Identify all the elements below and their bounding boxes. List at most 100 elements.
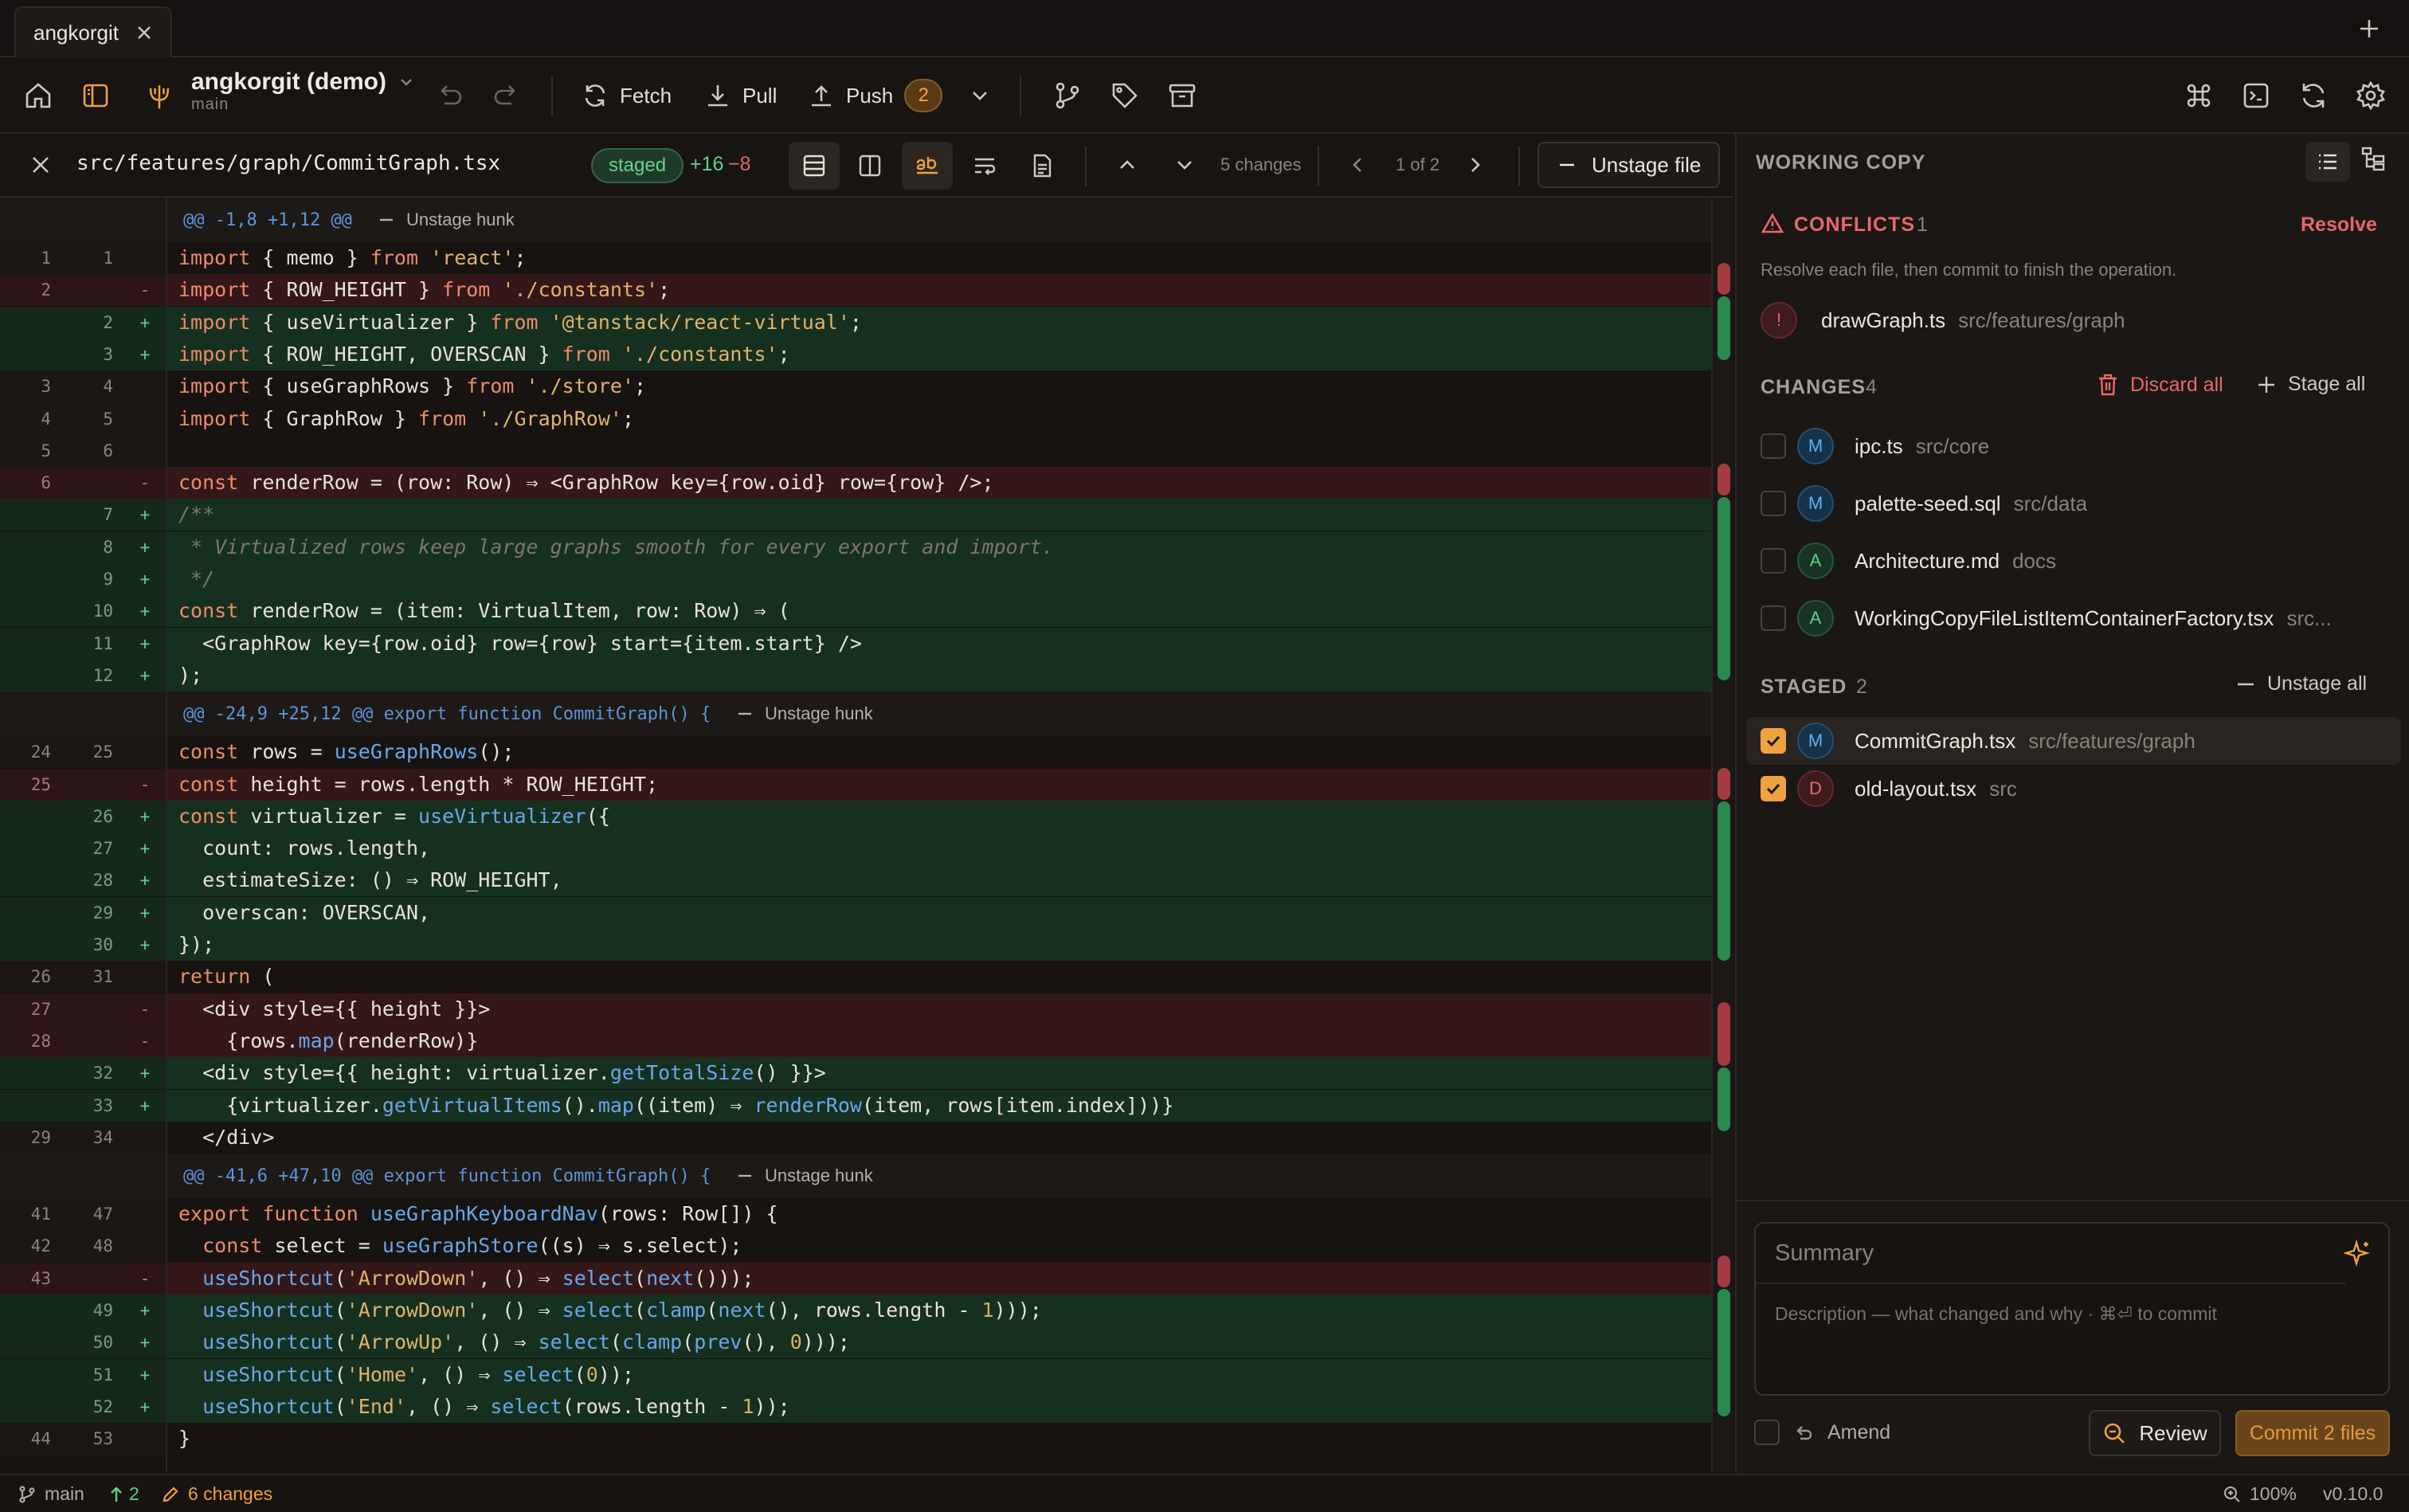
diff-line-added[interactable]: 52 + useShortcut('End', () ⇒ select(rows.… [0, 1390, 1711, 1423]
undo-icon[interactable] [433, 80, 465, 112]
status-ahead[interactable]: 2 [108, 1483, 139, 1505]
code-text: const virtualizer = useVirtualizer({ [178, 804, 610, 828]
diff-line-removed[interactable]: 6 - const renderRow = (row: Row) ⇒ <GraphR… [0, 467, 1711, 499]
highlight-words-icon[interactable] [902, 142, 953, 190]
staged-file-row[interactable]: M CommitGraph.tsx src/features/graph [1746, 717, 2401, 765]
branch-icon[interactable] [1052, 80, 1083, 112]
wrap-lines-icon[interactable] [959, 142, 1010, 190]
status-changes[interactable]: 6 changes [161, 1483, 272, 1505]
split-view-icon[interactable] [844, 142, 895, 190]
description-input[interactable] [1756, 1286, 2388, 1394]
refresh-icon[interactable] [2297, 80, 2329, 112]
diff-line-added[interactable]: 26 + const virtualizer = useVirtualizer({ [0, 800, 1711, 832]
diff-line-added[interactable]: 29 + overscan: OVERSCAN, [0, 896, 1711, 929]
repo-selector[interactable]: angkorgit (demo) main [191, 69, 415, 114]
diff-line-removed[interactable]: 43 - useShortcut('ArrowDown', () ⇒ select… [0, 1262, 1711, 1295]
diff-line-added[interactable]: 11 + <GraphRow key={row.oid} row={row} st… [0, 627, 1711, 660]
change-file-row[interactable]: A Architecture.md docs [1737, 537, 2409, 585]
push-options-chevron-icon[interactable] [964, 80, 996, 112]
diff-line-added[interactable]: 50 + useShortcut('ArrowUp', () ⇒ select(c… [0, 1326, 1711, 1359]
stage-all-button[interactable]: Stage all [2256, 373, 2365, 396]
push-button[interactable]: Push 2 [808, 73, 943, 118]
unstage-hunk-button[interactable]: Unstage hunk [736, 1165, 873, 1186]
pull-button[interactable]: Pull [704, 73, 777, 118]
unstage-file-button[interactable]: Unstage file [1537, 142, 1721, 188]
diff-line-context[interactable]: 41 47 export function useGraphKeyboardNav(… [0, 1198, 1711, 1231]
diff-line-context[interactable]: 4 5 import { GraphRow } from './GraphRow'; [0, 402, 1711, 435]
full-file-icon[interactable] [1016, 142, 1067, 190]
diff-line-context[interactable]: 29 34 </div> [0, 1121, 1711, 1154]
commit-button[interactable]: Commit 2 files [2235, 1410, 2390, 1456]
command-palette-icon[interactable] [2183, 80, 2215, 112]
fetch-button[interactable]: Fetch [582, 73, 672, 118]
diff-line-added[interactable]: 33 + {virtualizer.getVirtualItems().map((… [0, 1089, 1711, 1122]
diff-line-added[interactable]: 9 + */ [0, 563, 1711, 595]
diff-line-added[interactable]: 3 + import { ROW_HEIGHT, OVERSCAN } from '… [0, 338, 1711, 370]
file-checkbox[interactable] [1761, 433, 1786, 459]
diff-line-removed[interactable]: 27 - <div style={{ height }}> [0, 993, 1711, 1025]
home-icon[interactable] [22, 80, 54, 112]
file-checkbox[interactable] [1761, 605, 1786, 631]
sidebar-toggle-icon[interactable] [80, 80, 112, 112]
diff-line-removed[interactable]: 25 - const height = rows.length * ROW_HEIG… [0, 768, 1711, 801]
change-file-row[interactable]: Mipc.ts src/core [1737, 422, 2409, 470]
diff-line-added[interactable]: 2 + import { useVirtualizer } from '@tanst… [0, 306, 1711, 339]
close-icon[interactable] [135, 23, 154, 42]
diff-line-removed[interactable]: 2 - import { ROW_HEIGHT } from './constant… [0, 274, 1711, 307]
list-view-icon[interactable] [2305, 142, 2350, 182]
diff-scrollbar[interactable] [1711, 198, 1733, 1472]
resolve-button[interactable]: Resolve [2301, 213, 2377, 237]
amend-toggle[interactable]: Amend [1754, 1420, 1890, 1445]
terminal-icon[interactable] [2240, 80, 2272, 112]
file-checkbox[interactable] [1761, 728, 1786, 754]
diff-line-context[interactable]: 3 4 import { useGraphRows } from './store'… [0, 370, 1711, 403]
diff-line-added[interactable]: 51 + useShortcut('Home', () ⇒ select(0)); [0, 1358, 1711, 1391]
review-button[interactable]: Review [2089, 1410, 2221, 1456]
diff-line-context[interactable]: 1 1 import { memo } from 'react'; [0, 242, 1711, 274]
summary-input[interactable] [1756, 1224, 2345, 1284]
close-diff-icon[interactable] [29, 153, 53, 177]
diff-line-added[interactable]: 7 + /** [0, 499, 1711, 531]
unstage-hunk-button[interactable]: Unstage hunk [378, 210, 515, 230]
file-checkbox[interactable] [1761, 776, 1786, 801]
diff-line-context[interactable]: 26 31 return ( [0, 961, 1711, 993]
change-file-row[interactable]: A WorkingCopyFileListItemContainerFactory… [1737, 594, 2409, 642]
diff-line-added[interactable]: 32 + <div style={{ height: virtualizer.ge… [0, 1057, 1711, 1090]
staged-file-row[interactable]: Dold-layout.tsx src [1737, 765, 2409, 813]
tag-icon[interactable] [1109, 80, 1141, 112]
diff-line-removed[interactable]: 28 - {rows.map(renderRow)} [0, 1024, 1711, 1057]
unstage-hunk-button[interactable]: Unstage hunk [736, 703, 873, 724]
diff-line-added[interactable]: 30 +}); [0, 929, 1711, 961]
status-branch[interactable]: main [18, 1483, 84, 1505]
stash-archive-icon[interactable] [1166, 80, 1198, 112]
diff-line-added[interactable]: 28 + estimateSize: () ⇒ ROW_HEIGHT, [0, 864, 1711, 897]
diff-line-context[interactable]: 24 25 const rows = useGraphRows(); [0, 736, 1711, 769]
diff-line-context[interactable]: 42 48 const select = useGraphStore((s) ⇒ … [0, 1230, 1711, 1263]
conflict-file-row[interactable]: ! drawGraph.ts src/features/graph [1737, 296, 2409, 344]
diff-line-added[interactable]: 10 + const renderRow = (item: VirtualItem,… [0, 595, 1711, 628]
previous-change-icon[interactable] [1114, 151, 1141, 178]
unstage-all-button[interactable]: Unstage all [2235, 672, 2367, 695]
settings-gear-icon[interactable] [2355, 80, 2387, 112]
new-tab-plus-icon[interactable] [2356, 16, 2382, 41]
unified-view-icon[interactable] [789, 142, 840, 190]
status-zoom[interactable]: 100% [2223, 1483, 2297, 1505]
tree-view-icon[interactable] [2360, 145, 2387, 172]
previous-file-icon[interactable] [1346, 153, 1370, 177]
tab-angkorgit[interactable]: angkorgit [14, 6, 172, 57]
redo-icon[interactable] [491, 80, 523, 112]
diff-line-context[interactable]: 44 53} [0, 1423, 1711, 1455]
amend-checkbox[interactable] [1754, 1420, 1780, 1445]
diff-line-context[interactable]: 56 [0, 434, 1711, 467]
next-file-icon[interactable] [1463, 153, 1487, 177]
diff-line-added[interactable]: 49 + useShortcut('ArrowDown', () ⇒ select… [0, 1295, 1711, 1326]
diff-line-added[interactable]: 27 + count: rows.length, [0, 832, 1711, 865]
file-checkbox[interactable] [1761, 548, 1786, 574]
file-checkbox[interactable] [1761, 491, 1786, 516]
diff-line-added[interactable]: 12 +); [0, 659, 1711, 691]
next-change-icon[interactable] [1171, 151, 1198, 178]
discard-all-button[interactable]: Discard all [2097, 373, 2223, 397]
diff-line-added[interactable]: 8 + * Virtualized rows keep large graphs … [0, 531, 1711, 563]
change-file-row[interactable]: Mpalette-seed.sql src/data [1737, 480, 2409, 527]
ai-sparkle-icon[interactable] [2344, 1240, 2372, 1268]
